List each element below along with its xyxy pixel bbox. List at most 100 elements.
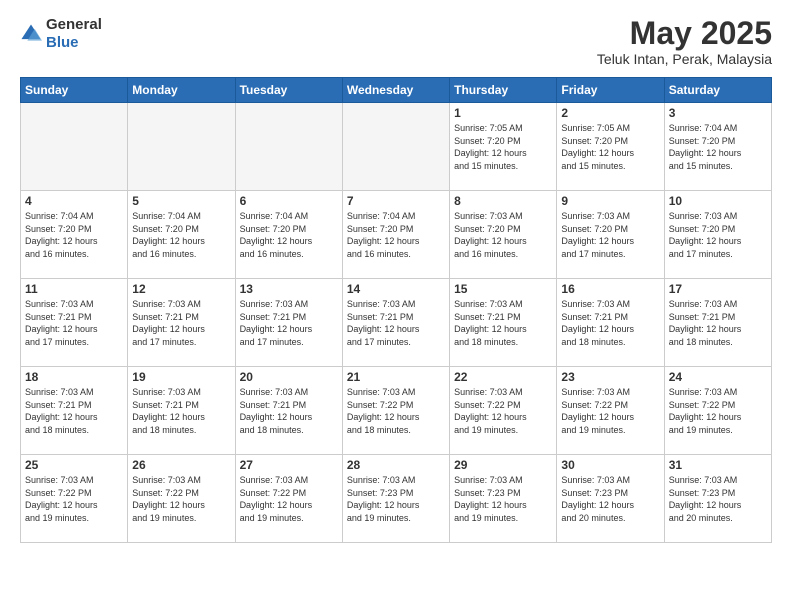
day-info: Sunrise: 7:03 AM Sunset: 7:22 PM Dayligh…	[25, 474, 123, 524]
day-number: 6	[240, 194, 338, 208]
day-number: 2	[561, 106, 659, 120]
header-friday: Friday	[557, 78, 664, 103]
header-monday: Monday	[128, 78, 235, 103]
day-info: Sunrise: 7:03 AM Sunset: 7:22 PM Dayligh…	[561, 386, 659, 436]
day-cell: 16Sunrise: 7:03 AM Sunset: 7:21 PM Dayli…	[557, 279, 664, 367]
day-number: 24	[669, 370, 767, 384]
day-number: 13	[240, 282, 338, 296]
day-cell: 15 Sunrise: 7:03 AM Sunset: 7:21 PM Dayli…	[450, 279, 557, 367]
day-info: Sunrise: 7:03 AM Sunset: 7:21 PM Dayligh…	[132, 386, 230, 436]
day-cell: 20 Sunrise: 7:03 AM Sunset: 7:21 PM Dayli…	[235, 367, 342, 455]
day-cell: 23 Sunrise: 7:03 AM Sunset: 7:22 PM Dayli…	[557, 367, 664, 455]
day-cell: 25 Sunrise: 7:03 AM Sunset: 7:22 PM Dayli…	[21, 455, 128, 543]
title-block: May 2025 Teluk Intan, Perak, Malaysia	[597, 16, 772, 67]
day-number: 15	[454, 282, 552, 296]
logo: General Blue	[20, 16, 102, 52]
day-cell: 1 Sunrise: 7:05 AM Sunset: 7:20 PM Daylig…	[450, 103, 557, 191]
day-cell: 28Sunrise: 7:03 AM Sunset: 7:23 PM Dayli…	[342, 455, 449, 543]
day-info: Sunrise: 7:04 AM Sunset: 7:20 PM Dayligh…	[669, 122, 767, 172]
day-headers-row: Sunday Monday Tuesday Wednesday Thursday…	[21, 78, 772, 103]
day-number: 18	[25, 370, 123, 384]
day-cell: 12Sunrise: 7:03 AM Sunset: 7:21 PM Dayli…	[128, 279, 235, 367]
day-cell: 31Sunrise: 7:03 AM Sunset: 7:23 PM Dayli…	[664, 455, 771, 543]
day-info: Sunrise: 7:03 AM Sunset: 7:21 PM Dayligh…	[25, 298, 123, 348]
day-info: Sunrise: 7:03 AM Sunset: 7:23 PM Dayligh…	[561, 474, 659, 524]
day-number: 26	[132, 458, 230, 472]
day-info: Sunrise: 7:04 AM Sunset: 7:20 PM Dayligh…	[132, 210, 230, 260]
logo-text: General Blue	[46, 16, 102, 52]
day-cell: 24Sunrise: 7:03 AM Sunset: 7:22 PM Dayli…	[664, 367, 771, 455]
day-info: Sunrise: 7:03 AM Sunset: 7:21 PM Dayligh…	[240, 298, 338, 348]
day-cell: 7 Sunrise: 7:04 AM Sunset: 7:20 PM Daylig…	[342, 191, 449, 279]
week-row-1: 1 Sunrise: 7:05 AM Sunset: 7:20 PM Daylig…	[21, 103, 772, 191]
day-cell: 27 Sunrise: 7:03 AM Sunset: 7:22 PM Dayli…	[235, 455, 342, 543]
calendar-header: Sunday Monday Tuesday Wednesday Thursday…	[21, 78, 772, 103]
day-cell: 22Sunrise: 7:03 AM Sunset: 7:22 PM Dayli…	[450, 367, 557, 455]
day-number: 14	[347, 282, 445, 296]
calendar-body: 1 Sunrise: 7:05 AM Sunset: 7:20 PM Daylig…	[21, 103, 772, 543]
day-info: Sunrise: 7:03 AM Sunset: 7:21 PM Dayligh…	[347, 298, 445, 348]
day-number: 17	[669, 282, 767, 296]
header: General Blue May 2025 Teluk Intan, Perak…	[20, 16, 772, 67]
day-info: Sunrise: 7:03 AM Sunset: 7:22 PM Dayligh…	[132, 474, 230, 524]
day-cell: 5 Sunrise: 7:04 AM Sunset: 7:20 PM Daylig…	[128, 191, 235, 279]
day-number: 8	[454, 194, 552, 208]
day-info: Sunrise: 7:03 AM Sunset: 7:21 PM Dayligh…	[240, 386, 338, 436]
day-info: Sunrise: 7:04 AM Sunset: 7:20 PM Dayligh…	[25, 210, 123, 260]
week-row-4: 18 Sunrise: 7:03 AM Sunset: 7:21 PM Dayli…	[21, 367, 772, 455]
header-saturday: Saturday	[664, 78, 771, 103]
day-cell: 30Sunrise: 7:03 AM Sunset: 7:23 PM Dayli…	[557, 455, 664, 543]
header-sunday: Sunday	[21, 78, 128, 103]
week-row-2: 4 Sunrise: 7:04 AM Sunset: 7:20 PM Daylig…	[21, 191, 772, 279]
day-number: 5	[132, 194, 230, 208]
day-info: Sunrise: 7:03 AM Sunset: 7:21 PM Dayligh…	[132, 298, 230, 348]
day-cell: 18 Sunrise: 7:03 AM Sunset: 7:21 PM Dayli…	[21, 367, 128, 455]
day-info: Sunrise: 7:04 AM Sunset: 7:20 PM Dayligh…	[347, 210, 445, 260]
day-info: Sunrise: 7:03 AM Sunset: 7:23 PM Dayligh…	[454, 474, 552, 524]
day-cell: 11Sunrise: 7:03 AM Sunset: 7:21 PM Dayli…	[21, 279, 128, 367]
day-cell: 4 Sunrise: 7:04 AM Sunset: 7:20 PM Daylig…	[21, 191, 128, 279]
day-cell	[235, 103, 342, 191]
day-info: Sunrise: 7:03 AM Sunset: 7:21 PM Dayligh…	[25, 386, 123, 436]
month-title: May 2025	[597, 16, 772, 51]
day-number: 27	[240, 458, 338, 472]
day-cell	[21, 103, 128, 191]
logo-icon	[20, 23, 42, 45]
day-number: 31	[669, 458, 767, 472]
day-number: 22	[454, 370, 552, 384]
day-info: Sunrise: 7:03 AM Sunset: 7:21 PM Dayligh…	[561, 298, 659, 348]
day-cell: 9Sunrise: 7:03 AM Sunset: 7:20 PM Daylig…	[557, 191, 664, 279]
day-cell	[342, 103, 449, 191]
day-number: 4	[25, 194, 123, 208]
day-info: Sunrise: 7:05 AM Sunset: 7:20 PM Dayligh…	[454, 122, 552, 172]
day-cell: 8 Sunrise: 7:03 AM Sunset: 7:20 PM Daylig…	[450, 191, 557, 279]
logo-general: General	[46, 16, 102, 33]
calendar-table: Sunday Monday Tuesday Wednesday Thursday…	[20, 77, 772, 543]
day-info: Sunrise: 7:03 AM Sunset: 7:21 PM Dayligh…	[454, 298, 552, 348]
day-cell: 21Sunrise: 7:03 AM Sunset: 7:22 PM Dayli…	[342, 367, 449, 455]
day-cell: 19 Sunrise: 7:03 AM Sunset: 7:21 PM Dayli…	[128, 367, 235, 455]
day-info: Sunrise: 7:03 AM Sunset: 7:20 PM Dayligh…	[561, 210, 659, 260]
logo-blue: Blue	[46, 34, 79, 51]
day-number: 7	[347, 194, 445, 208]
day-cell: 14 Sunrise: 7:03 AM Sunset: 7:21 PM Dayli…	[342, 279, 449, 367]
day-cell: 2 Sunrise: 7:05 AM Sunset: 7:20 PM Daylig…	[557, 103, 664, 191]
day-info: Sunrise: 7:03 AM Sunset: 7:22 PM Dayligh…	[240, 474, 338, 524]
day-number: 29	[454, 458, 552, 472]
day-number: 23	[561, 370, 659, 384]
day-number: 20	[240, 370, 338, 384]
header-thursday: Thursday	[450, 78, 557, 103]
day-info: Sunrise: 7:03 AM Sunset: 7:20 PM Dayligh…	[669, 210, 767, 260]
day-cell: 10Sunrise: 7:03 AM Sunset: 7:20 PM Dayli…	[664, 191, 771, 279]
day-cell: 6Sunrise: 7:04 AM Sunset: 7:20 PM Daylig…	[235, 191, 342, 279]
header-wednesday: Wednesday	[342, 78, 449, 103]
day-info: Sunrise: 7:03 AM Sunset: 7:21 PM Dayligh…	[669, 298, 767, 348]
day-info: Sunrise: 7:03 AM Sunset: 7:20 PM Dayligh…	[454, 210, 552, 260]
day-number: 1	[454, 106, 552, 120]
day-number: 21	[347, 370, 445, 384]
day-number: 25	[25, 458, 123, 472]
day-number: 3	[669, 106, 767, 120]
day-info: Sunrise: 7:05 AM Sunset: 7:20 PM Dayligh…	[561, 122, 659, 172]
day-cell: 17 Sunrise: 7:03 AM Sunset: 7:21 PM Dayli…	[664, 279, 771, 367]
day-number: 19	[132, 370, 230, 384]
